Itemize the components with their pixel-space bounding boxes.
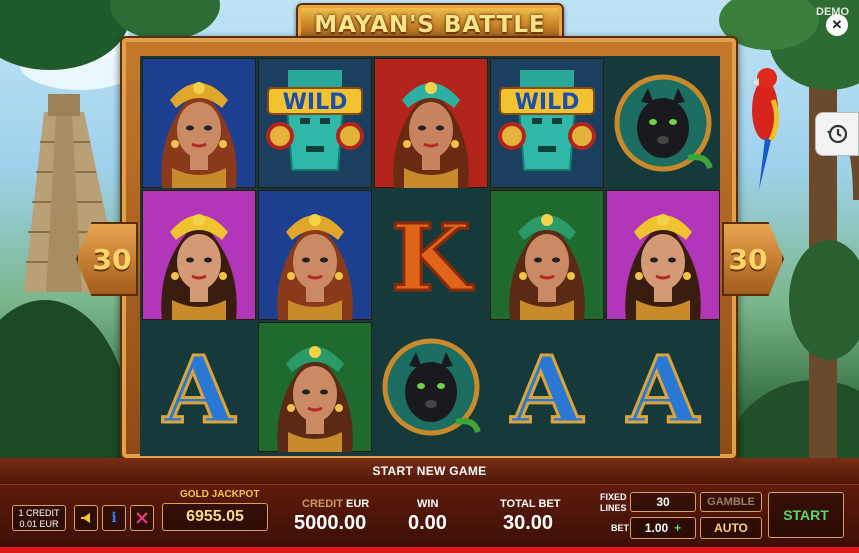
letter-A-icon: A (142, 322, 256, 452)
letter-k-text: K (391, 204, 474, 312)
credit-currency: EUR (346, 498, 370, 510)
fullscreen-icon (136, 512, 148, 524)
bottom-stripe (0, 547, 859, 553)
reel-grid: A WILD K WILD A A (140, 56, 720, 456)
gold-jackpot-label: GOLD JACKPOT (180, 489, 260, 500)
letter-a-text: A (162, 336, 236, 444)
reel-symbol-woman-purple (606, 190, 720, 320)
letter-A-icon: A (490, 322, 604, 452)
game-title: MAYAN'S BATTLE (314, 12, 546, 38)
history-button[interactable] (815, 112, 859, 156)
win-label: WIN (417, 498, 439, 510)
paylines-count-left: 30 (92, 242, 132, 276)
woman-blue-icon (142, 58, 256, 188)
close-button[interactable]: ✕ (826, 14, 848, 36)
fixed-lines-label: FIXED LINES (600, 492, 627, 513)
fullscreen-button[interactable] (130, 505, 154, 531)
wild-icon: WILD (490, 58, 604, 188)
credit-value: 5000.00 (294, 512, 367, 534)
reel-symbol-letter-A: A (142, 322, 256, 452)
credit-info-line2: 0.01 EUR (19, 519, 59, 529)
credit-label-text: CREDIT (302, 498, 343, 510)
auto-button[interactable]: AUTO (700, 517, 762, 539)
letter-A-icon: A (606, 322, 720, 452)
reel-symbol-letter-A: A (490, 322, 604, 452)
reel-symbol-woman-green (490, 190, 604, 320)
reel-symbol-wild: WILD (490, 58, 604, 188)
bet-value: 1.00 (644, 521, 669, 535)
bet-label: BET (611, 523, 629, 533)
gamble-button[interactable]: GAMBLE (700, 492, 762, 512)
status-message: START NEW GAME (372, 464, 487, 478)
paylines-count-right: 30 (728, 242, 768, 276)
letter-a-text: A (626, 336, 700, 444)
credit-label: CREDIT EUR (302, 498, 369, 510)
panther-icon (374, 322, 488, 452)
info-icon: i (111, 510, 117, 526)
reel-symbol-panther (374, 322, 488, 452)
woman-green-icon (490, 190, 604, 320)
fixed-lines-value: 30 (630, 492, 696, 512)
reel-symbol-woman-red (374, 58, 488, 188)
woman-red-icon (374, 58, 488, 188)
wild-text: WILD (515, 90, 580, 115)
credit-value-info: 1 CREDIT 0.01 EUR (12, 505, 66, 531)
panther-icon (606, 58, 720, 188)
reel-symbol-woman-blue (258, 190, 372, 320)
reel-symbol-woman-purple (142, 190, 256, 320)
reel-symbol-woman-green (258, 322, 372, 452)
reel-symbol-woman-blue (142, 58, 256, 188)
woman-purple-icon (142, 190, 256, 320)
reel-symbol-letter-A: A (606, 322, 720, 452)
sound-button[interactable] (74, 505, 98, 531)
total-bet-label: TOTAL BET (500, 498, 561, 510)
speaker-icon (81, 513, 90, 523)
woman-purple-icon (606, 190, 720, 320)
bet-selector[interactable]: 1.00 + (630, 517, 696, 539)
credit-info-line1: 1 CREDIT (18, 508, 60, 518)
win-value: 0.00 (408, 512, 447, 534)
woman-blue-icon (258, 190, 372, 320)
close-icon: ✕ (831, 17, 843, 32)
parrot-illustration (752, 68, 779, 190)
message-bar: START NEW GAME (0, 458, 859, 484)
wild-text: WILD (283, 90, 348, 115)
total-bet-value: 30.00 (503, 512, 554, 534)
woman-green-icon (258, 322, 372, 452)
history-icon (827, 124, 848, 144)
gold-jackpot-value: 6955.05 (162, 503, 268, 531)
reel-symbol-panther (606, 58, 720, 188)
letter-K-icon: K (374, 190, 488, 320)
letter-a-text: A (510, 336, 584, 444)
reel-symbol-letter-K: K (374, 190, 488, 320)
reel-symbol-wild: WILD (258, 58, 372, 188)
bet-plus-icon[interactable]: + (674, 521, 681, 535)
wild-icon: WILD (258, 58, 372, 188)
start-button[interactable]: START (768, 492, 844, 538)
info-button[interactable]: i (102, 505, 126, 531)
